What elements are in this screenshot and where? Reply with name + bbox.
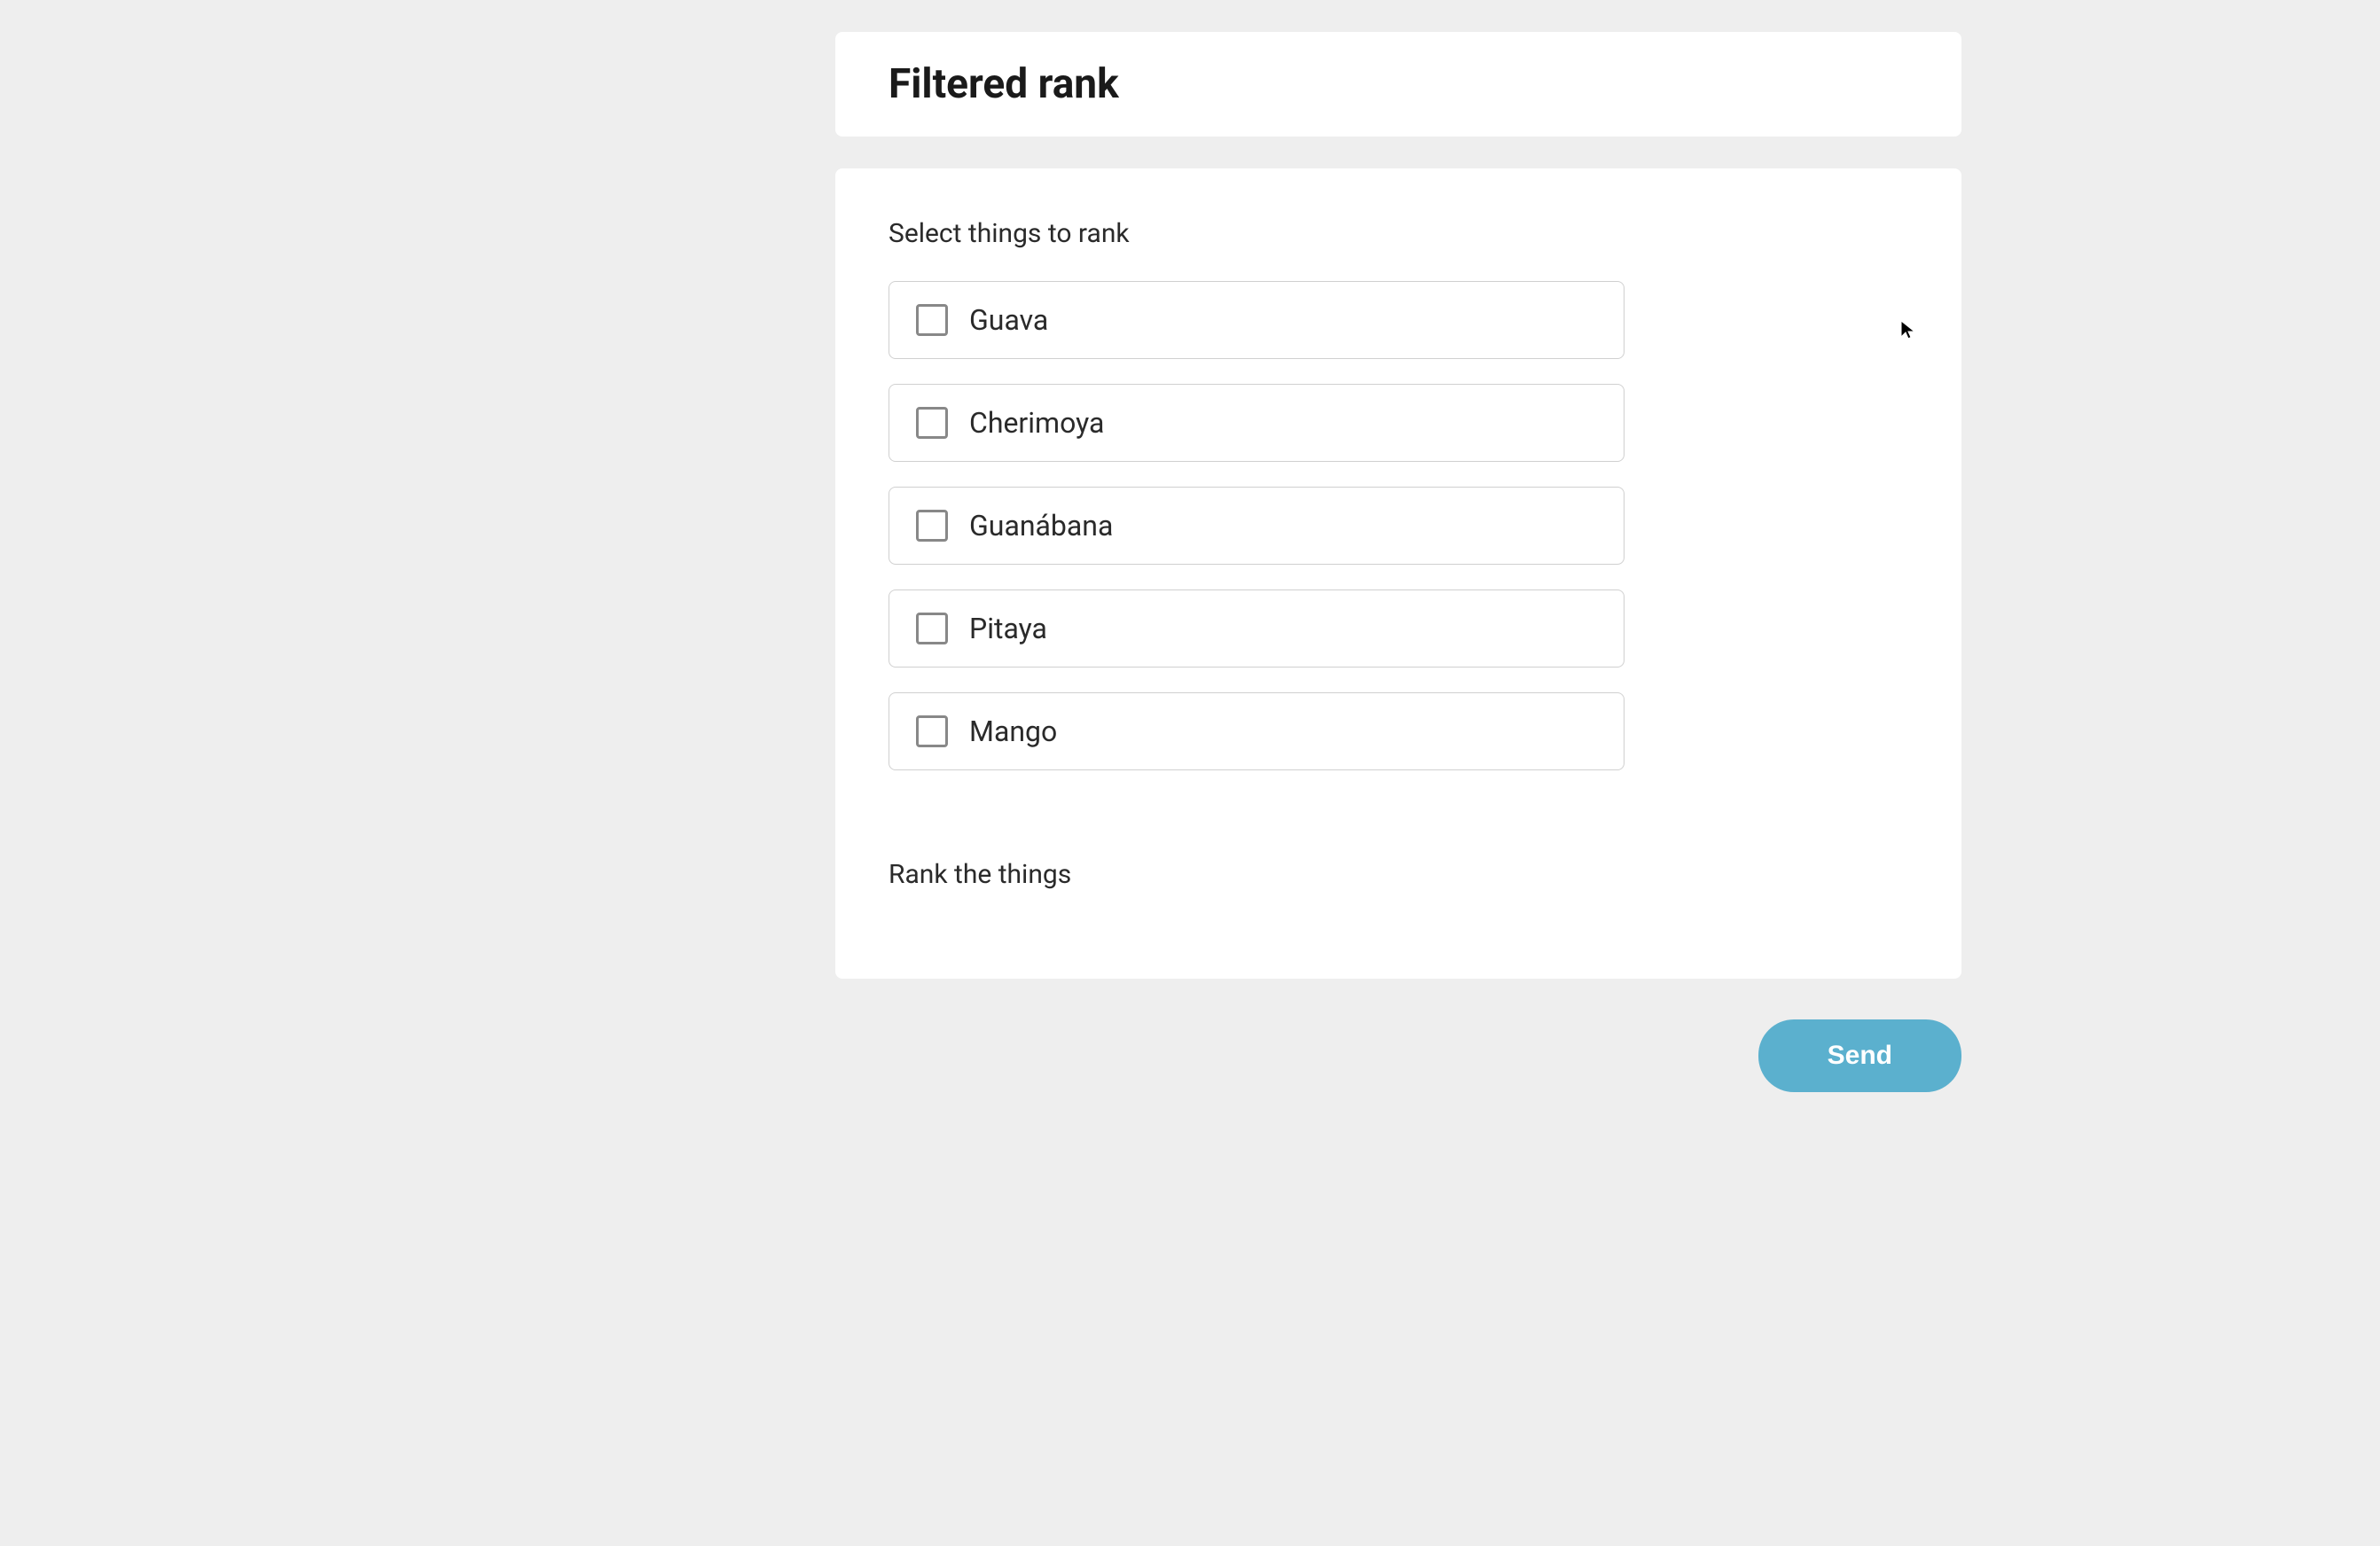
rank-section-label: Rank the things <box>889 859 1908 890</box>
select-section-label: Select things to rank <box>889 218 1908 249</box>
checkbox-icon <box>916 407 948 439</box>
checkbox-label: Cherimoya <box>969 406 1104 440</box>
page-title: Filtered rank <box>889 60 1908 108</box>
send-button[interactable]: Send <box>1758 1019 1961 1092</box>
checkbox-item-pitaya[interactable]: Pitaya <box>889 590 1625 668</box>
checkbox-item-guava[interactable]: Guava <box>889 281 1625 359</box>
checkbox-label: Pitaya <box>969 612 1047 645</box>
checkbox-item-mango[interactable]: Mango <box>889 692 1625 770</box>
checkbox-label: Guava <box>969 303 1048 337</box>
button-row: Send <box>835 1011 1961 1092</box>
checkbox-label: Guanábana <box>969 509 1113 543</box>
header-card: Filtered rank <box>835 32 1961 137</box>
checkbox-item-cherimoya[interactable]: Cherimoya <box>889 384 1625 462</box>
checkbox-list: Guava Cherimoya Guanábana Pitaya Mango <box>889 281 1908 770</box>
content-card: Select things to rank Guava Cherimoya Gu… <box>835 168 1961 979</box>
checkbox-icon <box>916 715 948 747</box>
checkbox-icon <box>916 510 948 542</box>
checkbox-label: Mango <box>969 714 1057 748</box>
checkbox-item-guanabana[interactable]: Guanábana <box>889 487 1625 565</box>
checkbox-icon <box>916 613 948 644</box>
checkbox-icon <box>916 304 948 336</box>
